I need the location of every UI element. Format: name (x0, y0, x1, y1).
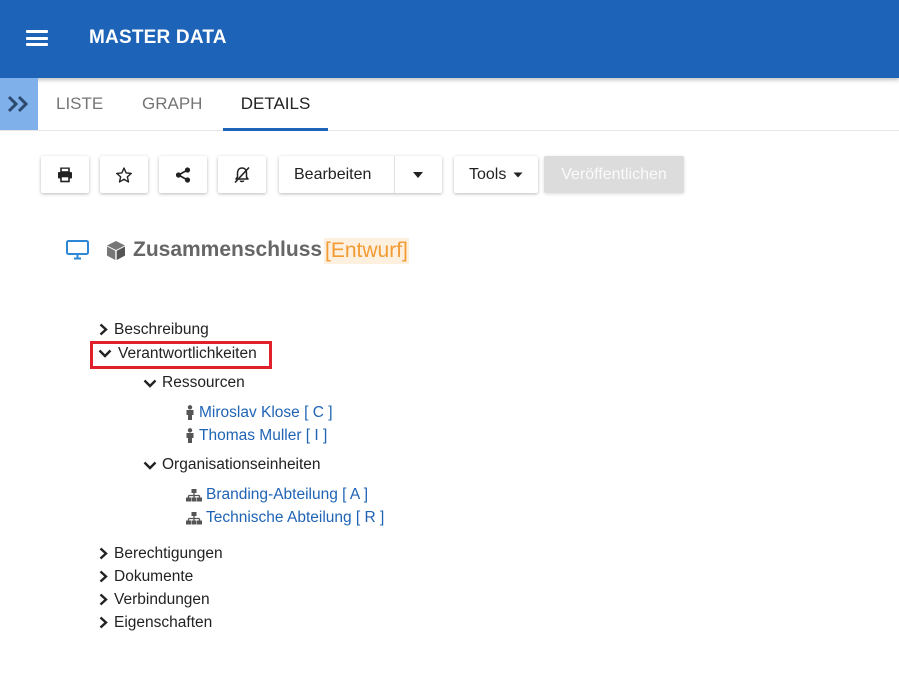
tree-item-organisationseinheiten[interactable]: Organisationseinheiten (162, 456, 321, 474)
cube-icon (107, 241, 125, 260)
tree-item-verbindungen[interactable]: Verbindungen (114, 591, 210, 609)
print-button[interactable] (41, 156, 89, 193)
share-button[interactable] (159, 156, 207, 193)
tools-button[interactable]: Tools (454, 156, 538, 193)
chevron-right-icon[interactable] (99, 593, 108, 606)
double-chevron-right-icon (7, 95, 29, 113)
monitor-icon[interactable] (66, 240, 89, 260)
tab-details[interactable]: DETAILS (223, 78, 328, 131)
split-button-divider (394, 156, 395, 193)
publish-button[interactable]: Veröffentlichen (544, 156, 684, 193)
tab-liste[interactable]: LISTE (56, 78, 103, 130)
org-chart-icon (186, 512, 202, 525)
object-title: Zusammenschluss (133, 238, 323, 261)
status-badge: [Entwurf] (324, 238, 409, 264)
chevron-down-icon[interactable] (98, 349, 112, 358)
resource-link[interactable]: Miroslav Klose [ C ] (199, 404, 333, 422)
tree-item-dokumente[interactable]: Dokumente (114, 568, 193, 586)
chevron-right-icon[interactable] (99, 616, 108, 629)
edit-button-label[interactable]: Bearbeiten (294, 156, 371, 193)
chevron-down-icon[interactable] (143, 379, 157, 388)
edit-split-button[interactable]: Bearbeiten (279, 156, 442, 193)
caret-down-icon[interactable] (413, 171, 424, 178)
tree-item-ressourcen[interactable]: Ressourcen (162, 374, 245, 392)
tree-item-beschreibung[interactable]: Beschreibung (114, 321, 209, 339)
app-bar: MASTER DATA (0, 0, 899, 78)
caret-down-icon (513, 172, 523, 177)
share-icon (175, 166, 191, 183)
chevron-right-icon[interactable] (99, 547, 108, 560)
chevron-right-icon[interactable] (99, 323, 108, 336)
app-title: MASTER DATA (89, 27, 227, 48)
tree-item-berechtigungen[interactable]: Berechtigungen (114, 545, 223, 563)
notifications-off-button[interactable] (218, 156, 266, 193)
tools-button-label: Tools (469, 166, 507, 183)
tab-bar (0, 78, 899, 131)
person-icon (186, 428, 194, 443)
chevron-right-icon[interactable] (99, 570, 108, 583)
tree-item-eigenschaften[interactable]: Eigenschaften (114, 614, 212, 632)
resource-link[interactable]: Thomas Muller [ I ] (199, 427, 327, 445)
star-icon (116, 166, 132, 183)
org-chart-icon (186, 489, 202, 502)
chevron-down-icon[interactable] (143, 461, 157, 470)
sidebar-expand-button[interactable] (0, 78, 38, 130)
menu-icon[interactable] (26, 30, 48, 46)
print-icon (58, 167, 72, 182)
tab-graph[interactable]: GRAPH (142, 78, 202, 130)
bell-off-icon (234, 166, 250, 183)
orgunit-link[interactable]: Branding-Abteilung [ A ] (206, 486, 368, 504)
person-icon (186, 405, 194, 420)
orgunit-link[interactable]: Technische Abteilung [ R ] (206, 509, 384, 527)
tree-item-verantwortlichkeiten[interactable]: Verantwortlichkeiten (118, 345, 257, 363)
favorite-button[interactable] (100, 156, 148, 193)
